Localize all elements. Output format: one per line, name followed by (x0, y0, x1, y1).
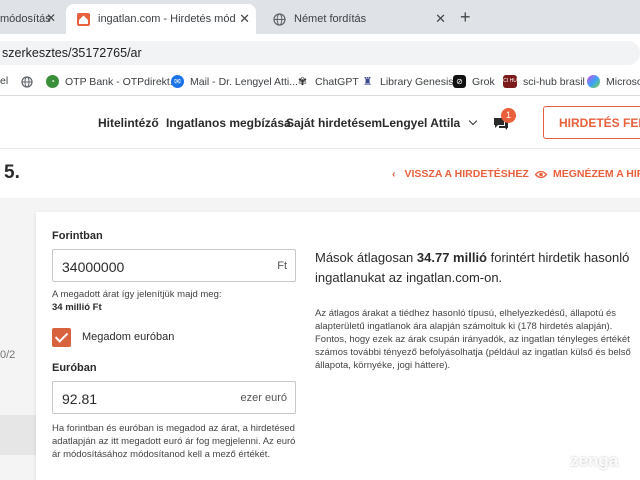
mail-icon: ✉ (171, 75, 184, 88)
bookmark-scihub[interactable]: SCI HUB sci-hub brasil (500, 75, 585, 88)
chevron-down-icon (468, 116, 478, 126)
sidebar-progress: 0/2 (0, 349, 16, 361)
url-field[interactable]: szerkesztes/35172765/ar (0, 41, 640, 65)
new-tab-button[interactable]: + (460, 7, 471, 28)
average-price-text: Mások átlagosan 34.77 millió forintért h… (315, 248, 640, 288)
chevron-left-icon: ‹ (392, 168, 396, 180)
bookmark-label: sci-hub brasil (523, 75, 585, 88)
zenga-watermark: zenga (546, 451, 618, 471)
bookmark-grok[interactable]: ⊘ Grok (453, 75, 495, 88)
bookmark-label: Microsof (606, 75, 640, 88)
tab-title: Német fordítás (294, 13, 367, 25)
ingatlan-favicon-icon (76, 12, 90, 26)
eur-checkbox-label[interactable]: Megadom euróban (82, 331, 174, 343)
huf-price-input[interactable]: 34000000 Ft (52, 249, 296, 282)
left-sidebar-footer (0, 415, 36, 455)
tab-title: ingatlan.com - Hirdetés módosítás (98, 13, 236, 25)
close-tab-icon[interactable]: ✕ (435, 11, 446, 27)
copilot-icon (587, 75, 600, 88)
bookmarks-bar: el ◔ OTP Bank - OTPdirekt... ✉ Mail - Dr… (0, 70, 640, 96)
average-price-explanation: Az átlagos árakat a tiédhez hasonló típu… (315, 308, 631, 371)
nav-ingatlanos-megbizasa[interactable]: Ingatlanos megbízása (166, 116, 291, 130)
tab-ingatlan-active[interactable]: ingatlan.com - Hirdetés módosítás ✕ (66, 4, 256, 34)
huf-display-note: A megadott árat így jelenítjük majd meg:… (52, 288, 296, 314)
library-icon: ♜ (362, 76, 373, 88)
bookmark-mail[interactable]: ✉ Mail - Dr. Lengyel Atti... (171, 75, 298, 88)
avg-price-value: 34.77 millió (416, 250, 487, 265)
back-to-ad-link[interactable]: ‹ VISSZA A HIRDETÉSHEZ (392, 168, 529, 180)
scihub-icon: SCI HUB (500, 75, 520, 88)
address-bar: szerkesztes/35172765/ar (0, 34, 640, 70)
user-menu[interactable]: Lengyel Attila (382, 116, 478, 130)
bookmark-label: Mail - Dr. Lengyel Atti... (190, 75, 298, 88)
bookmark-microsoft[interactable]: Microsof (587, 75, 640, 88)
bookmark-label: ChatGPT (315, 75, 359, 88)
bookmark-label: Grok (472, 75, 495, 88)
bookmark-libgen[interactable]: ♜ Library Genesis (361, 75, 454, 89)
huf-value: 34000000 (62, 259, 125, 275)
tab-strip: módosítás ✕ ingatlan.com - Hirdetés módo… (0, 0, 640, 34)
bookmark-chatgpt[interactable]: ✾ ChatGPT (296, 75, 359, 89)
grok-icon: ⊘ (453, 75, 466, 88)
huf-display-value: 34 millió Ft (52, 302, 102, 313)
tab-title: módosítás (0, 13, 51, 25)
bookmark-label: OTP Bank - OTPdirekt... (65, 75, 179, 88)
nav-sajat-hirdetesem[interactable]: Saját hirdetésem (286, 116, 382, 130)
zenga-logo-icon (546, 452, 564, 470)
huf-unit: Ft (277, 260, 287, 272)
user-name: Lengyel Attila (382, 116, 461, 130)
step-number: 5. (4, 162, 20, 183)
huf-note-text: A megadott árat így jelenítjük majd meg: (52, 289, 222, 300)
globe-icon (272, 12, 286, 26)
messages-count-badge: 1 (501, 108, 516, 123)
eur-note: Ha forintban és euróban is megadod az ár… (52, 423, 296, 460)
eur-price-input[interactable]: 92.81 ezer euró (52, 381, 296, 414)
close-tab-icon[interactable]: ✕ (239, 11, 250, 27)
eye-icon (535, 170, 547, 179)
close-tab-icon[interactable]: ✕ (46, 11, 56, 25)
eur-unit: ezer euró (240, 392, 287, 404)
globe-icon (20, 75, 33, 88)
view-label: MEGNÉZEM A HIRD (553, 168, 640, 180)
post-ad-button[interactable]: HIRDETÉS FELA (543, 106, 640, 139)
watermark-text: zenga (570, 451, 619, 470)
bookmark-otp[interactable]: ◔ OTP Bank - OTPdirekt... (46, 75, 179, 88)
bookmark-label: el (0, 75, 9, 87)
back-label: VISSZA A HIRDETÉSHEZ (404, 168, 529, 180)
avg-text-start: Mások átlagosan (315, 250, 417, 265)
chatgpt-icon: ✾ (297, 76, 308, 88)
bookmark-partial[interactable]: el (0, 75, 8, 87)
huf-label: Forintban (52, 230, 103, 242)
eur-label: Euróban (52, 362, 97, 374)
tab-nemet-forditas[interactable]: Német fordítás ✕ (262, 4, 452, 34)
bookmark-label: Library Genesis (380, 75, 454, 88)
eur-value: 92.81 (62, 391, 98, 407)
nav-hitelintezo[interactable]: Hitelintéző (98, 116, 159, 130)
eur-checkbox[interactable] (52, 328, 71, 347)
otp-bank-icon: ◔ (46, 75, 59, 88)
view-ad-link[interactable]: MEGNÉZEM A HIRD (535, 168, 640, 180)
bookmark-globe[interactable] (20, 75, 39, 88)
